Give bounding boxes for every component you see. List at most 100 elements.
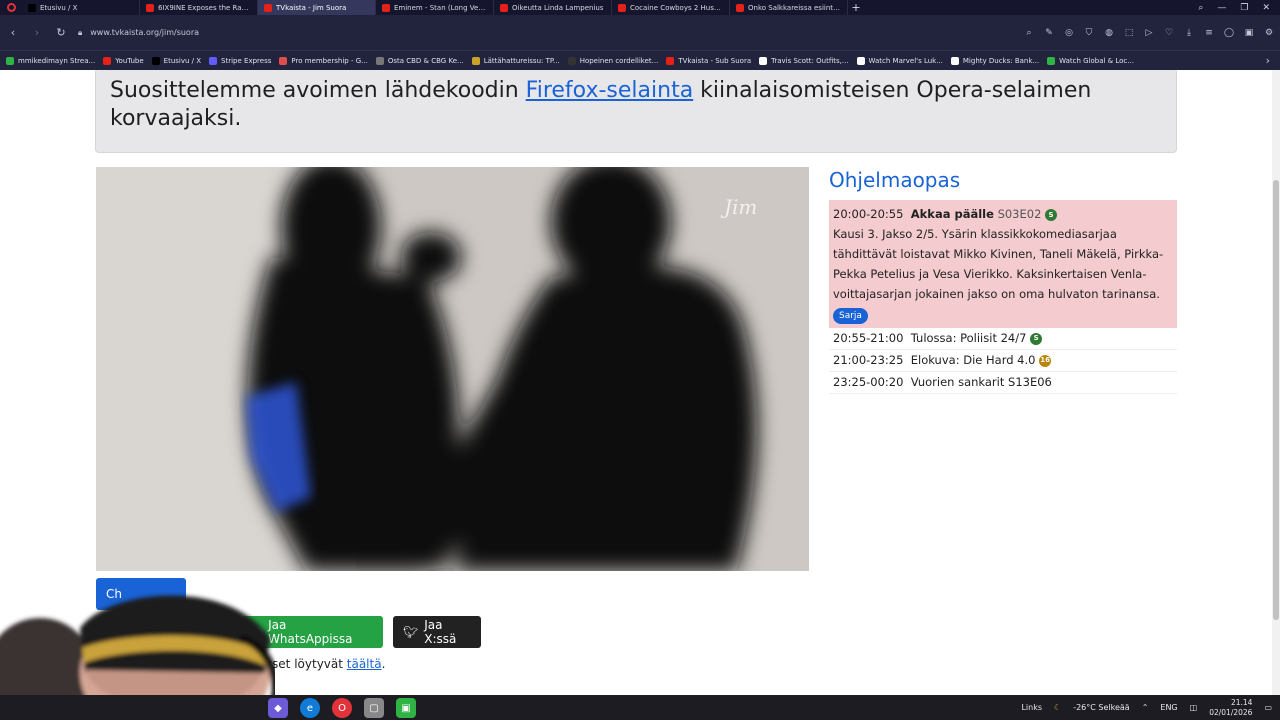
browser-tab[interactable]: Eminem - Stan (Long Version) [376, 0, 494, 15]
weather-text[interactable]: -26°C Selkeää [1073, 703, 1130, 712]
browser-tab[interactable]: Etusivu / X [22, 0, 140, 15]
page-scrollbar[interactable] [1272, 70, 1280, 695]
streaming-app-icon[interactable]: ▣ [396, 698, 416, 718]
bookmark-item[interactable]: Lättähattureissu: TP... [471, 56, 560, 65]
settings-icon[interactable]: ⚙ [1264, 28, 1274, 38]
address-bar: ‹ › ↻ 🔒︎ www.tvkaista.org/jim/suora ⌕ ✎ … [0, 15, 1280, 50]
browser-recommendation-notice: Suosittelemme avoimen lähdekoodin Firefo… [95, 70, 1177, 153]
tab-label: 6IX9INE Exposes the Rap Industry [158, 3, 251, 12]
bookmark-item[interactable]: Mighty Ducks: Bank... [950, 56, 1040, 65]
tab-label: Cocaine Cowboys 2 Hustlin [630, 3, 723, 12]
footnote-link[interactable]: täältä [347, 657, 382, 671]
play-icon[interactable]: ▷ [1144, 28, 1154, 38]
address-toolbar-icons: ⌕ ✎ ◎ ⛉ ◍ ⬚ ▷ ♡ ⤓ ≡ ◯ ▣ ⚙ [1024, 28, 1274, 38]
edge-icon[interactable]: e [300, 698, 320, 718]
camera-icon[interactable]: ◎ [1064, 28, 1074, 38]
tab-favicon-icon [382, 3, 390, 12]
clock-date: 02/01/2026 [1209, 707, 1253, 717]
footnote: ykset löytyvät täältä. [258, 657, 385, 671]
bookmark-item[interactable]: Osta CBD & CBG Ke... [375, 56, 464, 65]
current-title: Akkaa päälle [910, 207, 994, 221]
browser-tab[interactable]: 6IX9INE Exposes the Rap Industry [140, 0, 258, 15]
bookmark-item[interactable]: Watch Global & Loc... [1047, 56, 1134, 65]
tab-label: Oikeutta Linda Lampenius [512, 3, 604, 12]
bookmark-favicon-icon [567, 56, 576, 65]
guide-title: Ohjelmaopas [829, 168, 961, 192]
tab-favicon-icon [28, 3, 36, 12]
bookmark-item[interactable]: Watch Marvel's Luk... [856, 56, 943, 65]
back-icon[interactable]: ‹ [6, 26, 20, 39]
program-title: Elokuva: Die Hard 4.0 [910, 353, 1036, 367]
system-tray: Links ☾ -26°C Selkeää ⌃ ENG ◫ 21.14 02/0… [1021, 695, 1272, 720]
new-tab-button[interactable]: + [848, 1, 864, 14]
search-tabs-icon[interactable]: ⌕ [1198, 3, 1203, 13]
rating-s-icon: S [1045, 208, 1058, 221]
bookmark-item[interactable]: mmikedimayn Strea... [6, 56, 96, 65]
tab-favicon-icon [736, 3, 744, 12]
download-icon[interactable]: ⤓ [1184, 28, 1194, 38]
windows-taskbar: ◆ e O ▢ ▣ Links ☾ -26°C Selkeää ⌃ ENG ◫ … [0, 695, 1280, 720]
age-rating-icon: 16 [1039, 354, 1052, 367]
copilot-icon[interactable]: ◆ [268, 698, 288, 718]
bookmark-item[interactable]: Stripe Express [209, 56, 271, 65]
more-bookmarks-icon[interactable]: › [1266, 54, 1270, 67]
video-player[interactable]: Jim [96, 167, 809, 571]
language-indicator[interactable]: ENG [1160, 703, 1177, 712]
browser-tab[interactable]: Oikeutta Linda Lampenius [494, 0, 612, 15]
bookmark-favicon-icon [1047, 56, 1056, 65]
profile-icon[interactable]: ◯ [1224, 28, 1234, 38]
ai-icon[interactable]: ▣ [1244, 28, 1254, 38]
bookmarks-bar: mmikedimayn Strea... YouTube Etusivu / X St… [0, 50, 1280, 70]
close-icon[interactable]: ✕ [1262, 3, 1270, 13]
bookmark-label: Mighty Ducks: Bank... [962, 56, 1040, 65]
tray-chevron-icon[interactable]: ⌃ [1142, 703, 1149, 712]
edit-icon[interactable]: ✎ [1044, 28, 1054, 38]
bookmark-label: Etusivu / X [163, 56, 202, 65]
bookmark-favicon-icon [471, 56, 480, 65]
bookmark-label: Watch Global & Loc... [1059, 56, 1134, 65]
bookmark-favicon-icon [856, 56, 865, 65]
scrollbar-thumb[interactable] [1273, 180, 1279, 620]
clock-time: 21.14 [1230, 697, 1253, 707]
bookmark-label: mmikedimayn Strea... [18, 56, 96, 65]
program-time: 23:25-00:20 [833, 375, 904, 389]
program-row: 23:25-00:20 Vuorien sankarit S13E06 [829, 372, 1177, 394]
url-field[interactable]: 🔒︎ www.tvkaista.org/jim/suora [78, 28, 199, 38]
opera-logo-icon[interactable] [0, 0, 22, 15]
maximize-icon[interactable]: ❐ [1240, 3, 1248, 13]
minimize-icon[interactable]: — [1217, 3, 1226, 13]
shield-icon[interactable]: ⛉ [1084, 28, 1094, 38]
zoom-icon[interactable]: ⌕ [1024, 28, 1034, 38]
extension-icon[interactable]: ⬚ [1124, 28, 1134, 38]
share-x-button[interactable]: 🐦︎ Jaa X:ssä [393, 616, 481, 648]
bookmark-item[interactable]: Pro membership - G... [279, 56, 368, 65]
menu-icon[interactable]: ≡ [1204, 28, 1214, 38]
bookmark-item[interactable]: YouTube [103, 56, 144, 65]
x-share-label: Jaa X:ssä [424, 618, 457, 646]
bookmark-item[interactable]: Hopeinen cordelliket... [567, 56, 658, 65]
reload-icon[interactable]: ↻ [54, 26, 68, 39]
taskbar-apps: ◆ e O ▢ ▣ [268, 698, 416, 718]
current-time: 20:00-20:55 [833, 207, 904, 221]
bookmark-label: Pro membership - G... [291, 56, 368, 65]
bookmark-item[interactable]: Etusivu / X [151, 56, 202, 65]
program-row: 20:55-21:00 Tulossa: Poliisit 24/7 S [829, 328, 1177, 350]
browser-tab[interactable]: TVkaista - Jim Suora [258, 0, 376, 15]
heart-icon[interactable]: ♡ [1164, 28, 1174, 38]
forward-icon[interactable]: › [30, 26, 44, 39]
app-icon[interactable]: ▢ [364, 698, 384, 718]
bookmark-item[interactable]: Travis Scott: Outfits,... [759, 56, 849, 65]
browser-tab[interactable]: Cocaine Cowboys 2 Hustlin [612, 0, 730, 15]
notification-icon[interactable]: ▭ [1264, 703, 1272, 712]
program-row: 21:00-23:25 Elokuva: Die Hard 4.0 16 [829, 350, 1177, 372]
bookmark-item[interactable]: TVkaista - Sub Suora [666, 56, 751, 65]
vpn-icon[interactable]: ◍ [1104, 28, 1114, 38]
firefox-link[interactable]: Firefox-selainta [526, 78, 694, 103]
browser-tab[interactable]: Onko Salkkareissa esiintynyt [730, 0, 848, 15]
network-icon[interactable]: ◫ [1190, 703, 1198, 712]
footnote-period: . [381, 657, 386, 671]
url-text: www.tvkaista.org/jim/suora [90, 28, 200, 37]
clock[interactable]: 21.14 02/01/2026 [1209, 698, 1252, 718]
opera-icon[interactable]: O [332, 698, 352, 718]
links-toolbar[interactable]: Links [1021, 703, 1042, 712]
